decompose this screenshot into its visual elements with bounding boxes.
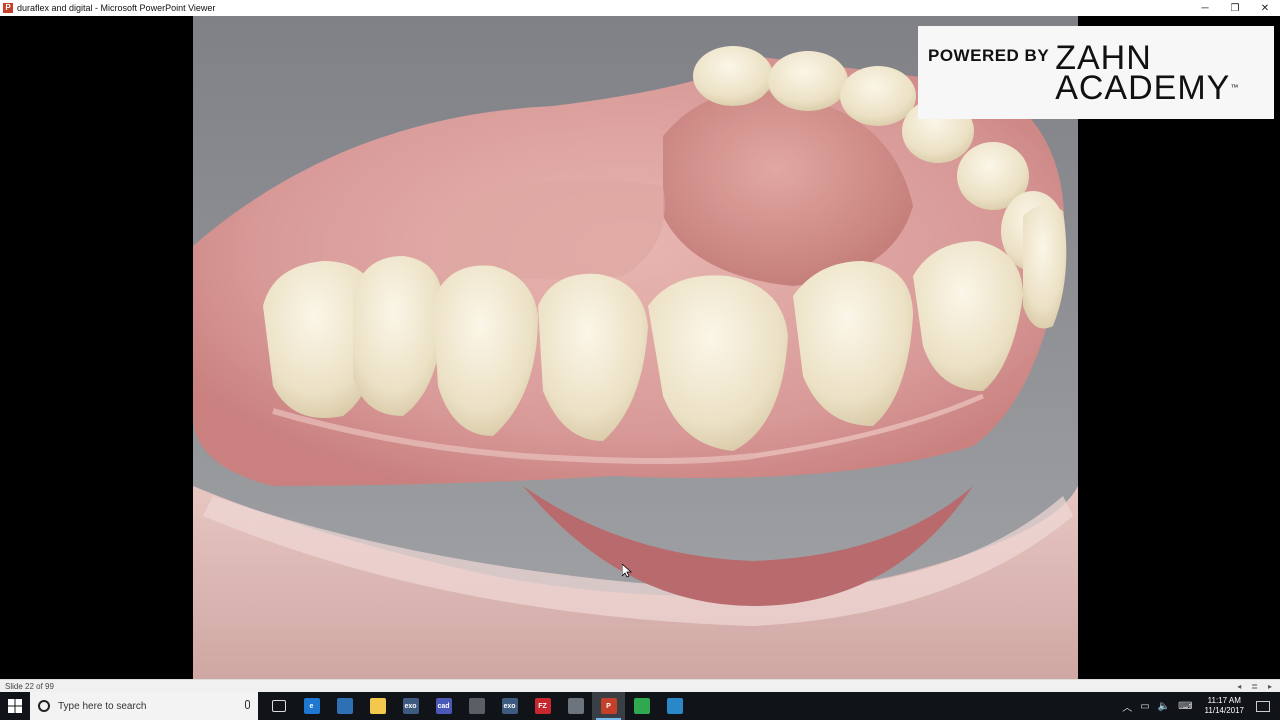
edge-icon: e — [303, 698, 320, 714]
network-icon[interactable]: ▭ — [1140, 701, 1149, 712]
prev-slide-icon[interactable]: ◂ — [1237, 682, 1241, 691]
slide-counter: Slide 22 of 99 — [5, 682, 54, 691]
windows-logo-icon — [8, 699, 22, 713]
window-controls: ─ ❐ ✕ — [1190, 0, 1280, 16]
clock-time: 11:17 AM — [1207, 696, 1241, 705]
taskbar-chrome-button[interactable] — [625, 692, 658, 720]
window-title: duraflex and digital - Microsoft PowerPo… — [17, 3, 216, 13]
taskbar: eexocadexoFZP ︿ ▭ 🔈 ⌨ 11:17 AM 11/14/201… — [0, 692, 1280, 720]
notification-icon[interactable] — [1256, 700, 1270, 712]
keyboard-icon[interactable]: ⌨ — [1178, 701, 1192, 712]
cad-icon: cad — [435, 698, 452, 714]
exocad-2-icon: exo — [501, 698, 518, 714]
chrome-icon — [633, 698, 650, 714]
taskbar-notepad-button[interactable] — [559, 692, 592, 720]
system-tray: ︿ ▭ 🔈 ⌨ 11:17 AM 11/14/2017 — [1118, 692, 1280, 720]
title-bar: P duraflex and digital - Microsoft Power… — [0, 0, 1280, 16]
close-button[interactable]: ✕ — [1250, 0, 1280, 16]
logo-wordmark: ZAHN ACADEMY™ — [1055, 41, 1240, 107]
clock[interactable]: 11:17 AM 11/14/2017 — [1205, 696, 1244, 716]
status-bar: Slide 22 of 99 ◂ ≣ ▸ — [0, 679, 1280, 693]
store-icon — [336, 698, 353, 714]
taskbar-file-explorer-button[interactable] — [361, 692, 394, 720]
taskbar-search[interactable] — [30, 692, 258, 720]
cortana-icon — [38, 700, 50, 712]
clock-date: 11/14/2017 — [1204, 706, 1244, 715]
powerpoint-icon: P — [600, 698, 617, 714]
minimize-button[interactable]: ─ — [1190, 0, 1220, 16]
menu-icon[interactable]: ≣ — [1251, 682, 1258, 691]
logo-prefix: POWERED BY — [928, 45, 1050, 65]
snowflake-app-icon — [666, 698, 683, 714]
mail-icon — [468, 698, 485, 714]
slide-stage: POWERED BY ZAHN ACADEMY™ — [0, 16, 1280, 679]
file-explorer-icon — [369, 698, 386, 714]
trademark-symbol: ™ — [1230, 82, 1240, 92]
chevron-up-icon[interactable]: ︿ — [1122, 699, 1132, 714]
filezilla-icon: FZ — [534, 698, 551, 714]
taskbar-snowflake-app-button[interactable] — [658, 692, 691, 720]
logo-line-academy: ACADEMY™ — [1055, 68, 1240, 107]
task-view-icon — [271, 700, 286, 712]
search-input[interactable] — [56, 699, 230, 713]
exocad-1-icon: exo — [402, 698, 419, 714]
powerpoint-app-icon: P — [3, 3, 13, 13]
start-button[interactable] — [0, 692, 30, 720]
microphone-icon[interactable] — [245, 700, 250, 709]
notepad-icon — [567, 698, 584, 714]
taskbar-exocad-1-button[interactable]: exo — [394, 692, 427, 720]
taskbar-exocad-2-button[interactable]: exo — [493, 692, 526, 720]
mouse-cursor-icon — [622, 564, 632, 578]
taskbar-filezilla-button[interactable]: FZ — [526, 692, 559, 720]
volume-icon[interactable]: 🔈 — [1158, 701, 1170, 712]
taskbar-cad-button[interactable]: cad — [427, 692, 460, 720]
taskbar-mail-button[interactable] — [460, 692, 493, 720]
taskbar-task-view-button[interactable] — [262, 692, 295, 720]
taskbar-store-button[interactable] — [328, 692, 361, 720]
next-slide-icon[interactable]: ▸ — [1268, 682, 1272, 691]
taskbar-edge-button[interactable]: e — [295, 692, 328, 720]
taskbar-powerpoint-button[interactable]: P — [592, 692, 625, 720]
zahn-academy-logo: POWERED BY ZAHN ACADEMY™ — [918, 26, 1274, 119]
pinned-apps: e exo cad exo FZ P — [262, 692, 691, 720]
restore-button[interactable]: ❐ — [1220, 0, 1250, 16]
